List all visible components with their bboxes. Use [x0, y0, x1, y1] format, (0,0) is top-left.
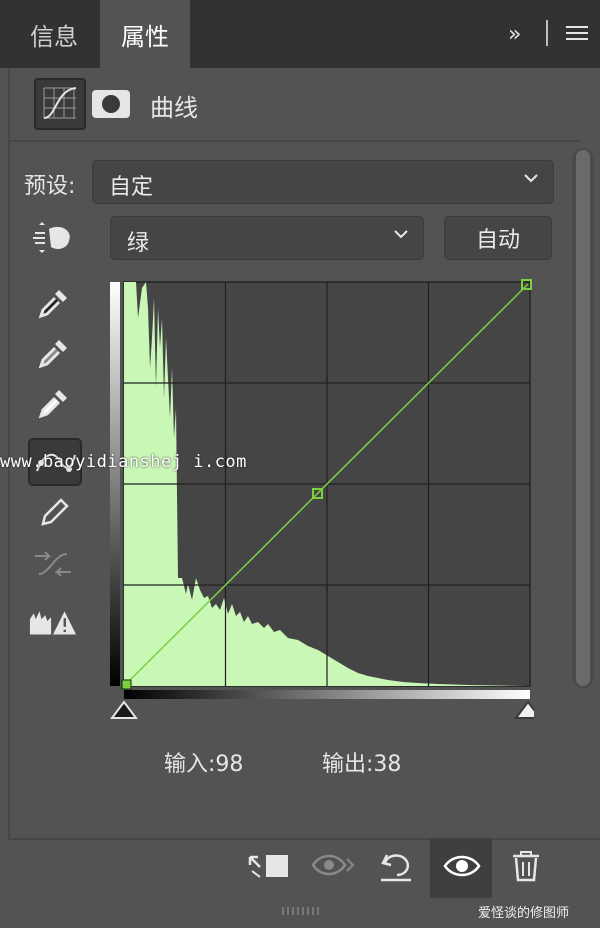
watermark-credit: 爱怪谈的修图师 [478, 906, 570, 921]
chevron-down-icon [393, 226, 409, 247]
black-point-slider [110, 700, 138, 719]
curve-graph[interactable] [108, 278, 542, 722]
tab-properties[interactable]: 属性 [100, 0, 190, 68]
header-divider [8, 140, 580, 142]
pencil-icon[interactable] [28, 494, 78, 534]
input-readout: 输入:98 [164, 752, 244, 777]
view-previous-state-icon[interactable] [308, 844, 356, 888]
output-gradient-bar [110, 282, 120, 686]
output-readout: 输出:38 [322, 752, 402, 777]
channel-dropdown[interactable]: 绿 [110, 216, 424, 260]
tab-separator [546, 20, 548, 46]
expand-panels-icon[interactable]: » [508, 22, 522, 47]
preset-value: 自定 [109, 175, 154, 200]
target-adjust-icon[interactable] [28, 218, 78, 258]
curves-adjustment-icon[interactable] [34, 78, 86, 130]
reset-icon[interactable] [372, 844, 420, 888]
chevron-down-icon [523, 170, 539, 191]
preset-label: 预设: [24, 174, 76, 199]
tab-info[interactable]: 信息 [10, 0, 98, 68]
black-eyedropper-icon[interactable] [28, 284, 78, 324]
clip-to-layer-icon[interactable] [244, 844, 292, 888]
clipping-warning-icon[interactable] [28, 602, 78, 642]
layer-mask-icon[interactable] [92, 90, 130, 118]
curve-point-black [121, 679, 132, 690]
gray-eyedropper-icon[interactable] [28, 334, 78, 374]
delete-trash-icon[interactable] [502, 844, 550, 888]
visibility-eye-icon[interactable] [438, 844, 486, 888]
preset-dropdown[interactable]: 自定 [92, 160, 554, 204]
white-point-slider [514, 700, 542, 719]
white-eyedropper-icon[interactable] [28, 384, 78, 424]
channel-value: 绿 [127, 231, 150, 256]
scrollbar-thumb[interactable] [576, 150, 590, 686]
resize-grip[interactable] [282, 900, 326, 915]
hamburger-icon[interactable] [566, 26, 588, 42]
input-gradient-bar [124, 690, 530, 699]
panel-title: 曲线 [150, 94, 198, 122]
auto-button[interactable]: 自动 [444, 216, 552, 260]
watermark-url: www.baoyidianshej i.com [0, 452, 247, 472]
smooth-icon[interactable] [28, 544, 78, 584]
